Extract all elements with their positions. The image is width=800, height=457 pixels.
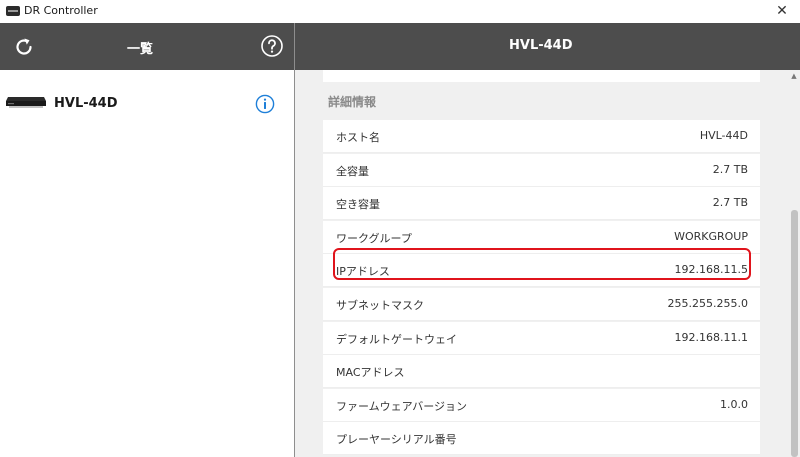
device-list-pane: HVL-44D (0, 70, 294, 457)
detail-label: ファームウェアバージョン (336, 399, 468, 413)
refresh-icon[interactable] (12, 35, 36, 59)
detail-row-free-capacity: 空き容量 2.7 TB (323, 187, 760, 221)
info-icon[interactable] (255, 94, 275, 114)
scroll-up-arrow[interactable]: ▲ (790, 72, 798, 80)
detail-value: 255.255.255.0 (667, 296, 748, 310)
detail-value: HVL-44D (699, 129, 748, 142)
detail-row-ip-address: IPアドレス 192.168.11.5 (323, 254, 760, 288)
nas-device-icon (6, 97, 46, 108)
detail-value: 192.168.11.1 (674, 330, 748, 344)
app-icon (6, 6, 20, 16)
detail-label: ホスト名 (336, 131, 380, 144)
detail-value: 1.0.0 (720, 397, 748, 411)
section-title: 詳細情報 (328, 95, 377, 109)
detail-label: ワークグループ (336, 231, 412, 245)
detail-header: HVL-44D (295, 23, 800, 70)
detail-row-firmware-version: ファームウェアバージョン 1.0.0 (323, 388, 760, 422)
detail-title: HVL-44D (509, 38, 573, 53)
title-bar: DR Controller ✕ (0, 0, 800, 24)
help-icon[interactable] (260, 34, 284, 58)
detail-label: サブネットマスク (336, 298, 424, 312)
list-header: 一覧 (0, 23, 294, 70)
detail-pane: 詳細情報 ホスト名 HVL-44D 全容量 2.7 TB 空き容量 2.7 TB… (295, 70, 800, 457)
device-list-item[interactable]: HVL-44D (0, 70, 294, 140)
detail-label: プレーヤーシリアル番号 (336, 433, 457, 447)
detail-value: 2.7 TB (712, 196, 748, 210)
list-title: 一覧 (127, 42, 154, 57)
device-name: HVL-44D (54, 96, 118, 111)
detail-list: ホスト名 HVL-44D 全容量 2.7 TB 空き容量 2.7 TB ワークグ… (323, 120, 760, 456)
detail-row-total-capacity: 全容量 2.7 TB (323, 153, 760, 187)
detail-label: デフォルトゲートウェイ (336, 332, 457, 346)
detail-top-edge (323, 70, 760, 82)
detail-row-mac-address: MACアドレス (323, 355, 760, 389)
detail-value: 2.7 TB (712, 162, 748, 176)
detail-label: MACアドレス (336, 366, 405, 380)
detail-row-player-serial: プレーヤーシリアル番号 (323, 422, 760, 456)
detail-label: IPアドレス (336, 265, 390, 279)
detail-row-hostname: ホスト名 HVL-44D (323, 120, 760, 153)
window-title: DR Controller (24, 4, 98, 17)
scrollbar-thumb[interactable] (791, 210, 798, 457)
detail-row-default-gateway: デフォルトゲートウェイ 192.168.11.1 (323, 321, 760, 355)
detail-row-subnet-mask: サブネットマスク 255.255.255.0 (323, 287, 760, 321)
detail-label: 全容量 (336, 164, 369, 178)
detail-value: WORKGROUP (674, 229, 748, 243)
close-button[interactable]: ✕ (772, 2, 792, 20)
detail-row-workgroup: ワークグループ WORKGROUP (323, 220, 760, 254)
detail-value: 192.168.11.5 (674, 263, 748, 277)
detail-label: 空き容量 (336, 198, 380, 212)
